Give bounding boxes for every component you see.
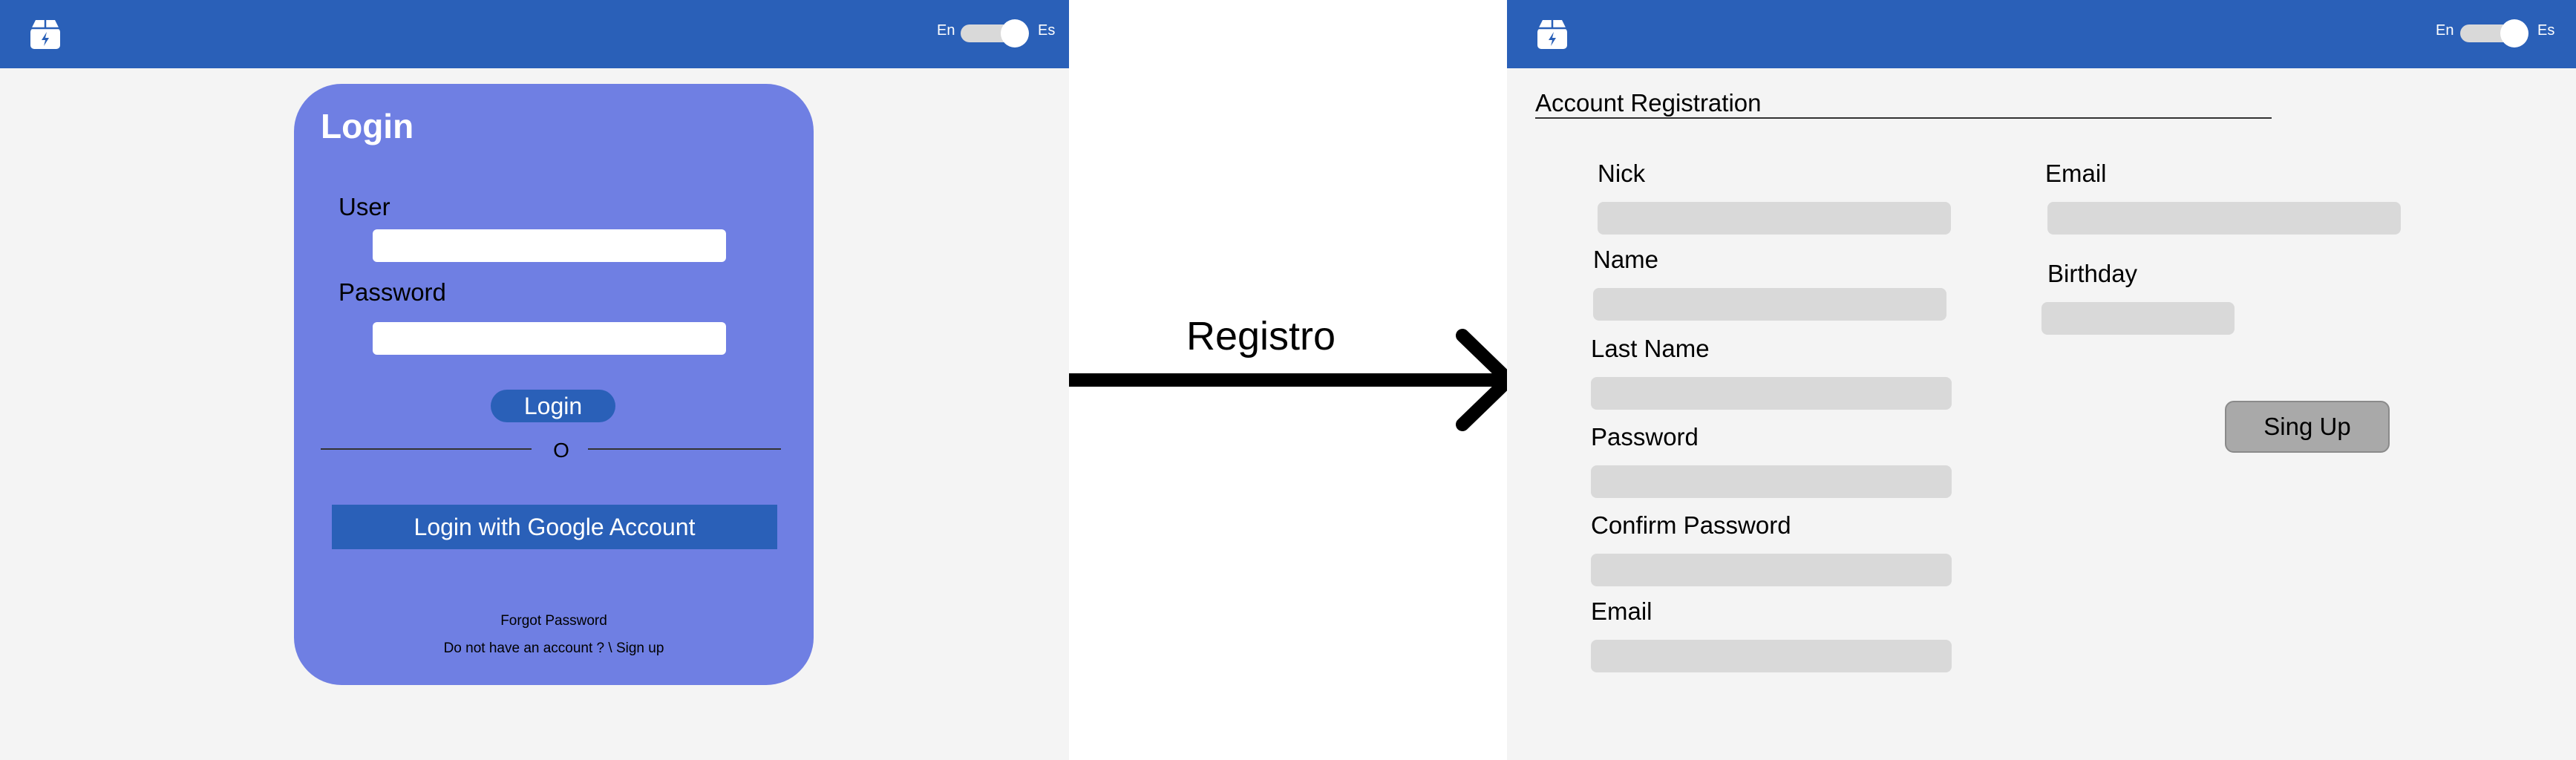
password-input[interactable] bbox=[373, 322, 726, 355]
user-label: User bbox=[339, 193, 390, 220]
registration-title: Account Registration bbox=[1535, 89, 1762, 117]
birthday-label: Birthday bbox=[2047, 260, 2138, 287]
login-screen: En Es Login User Password Login O Login … bbox=[0, 0, 1069, 760]
separator-or: O bbox=[553, 439, 569, 462]
language-es-label: Es bbox=[1038, 22, 1056, 39]
registration-screen: En Es Account Registration Nick Name Las… bbox=[1507, 0, 2576, 760]
email-label-right: Email bbox=[2045, 160, 2107, 187]
name-input[interactable] bbox=[1593, 288, 1946, 321]
box-lightning-icon[interactable] bbox=[28, 18, 62, 50]
title-underline bbox=[1535, 117, 2272, 119]
separator-line-left bbox=[321, 448, 532, 450]
box-lightning-icon[interactable] bbox=[1535, 18, 1569, 50]
last-name-label: Last Name bbox=[1591, 335, 1710, 362]
nick-label: Nick bbox=[1598, 160, 1646, 187]
email-input[interactable] bbox=[1591, 640, 1952, 672]
arrow-right-icon bbox=[1069, 329, 1514, 431]
language-en-label: En bbox=[937, 22, 955, 39]
birthday-input[interactable] bbox=[2041, 302, 2235, 335]
login-button[interactable]: Login bbox=[491, 390, 615, 422]
header-bar: En Es bbox=[0, 0, 1069, 68]
signup-link[interactable]: Do not have an account ? \ Sign up bbox=[294, 641, 814, 657]
google-login-button[interactable]: Login with Google Account bbox=[332, 505, 777, 549]
confirm-password-label: Confirm Password bbox=[1591, 511, 1791, 539]
language-es-label: Es bbox=[2537, 22, 2555, 39]
forgot-password-link[interactable]: Forgot Password bbox=[294, 613, 814, 629]
language-toggle[interactable] bbox=[2460, 19, 2528, 48]
signup-button[interactable]: Sing Up bbox=[2225, 401, 2390, 453]
separator-line-right bbox=[588, 448, 781, 450]
header-bar: En Es bbox=[1507, 0, 2576, 68]
password-label: Password bbox=[1591, 423, 1699, 451]
login-title: Login bbox=[321, 107, 414, 145]
password-label: Password bbox=[339, 278, 446, 306]
name-label: Name bbox=[1593, 246, 1659, 273]
login-card: Login User Password Login O Login with G… bbox=[294, 84, 814, 685]
language-en-label: En bbox=[2436, 22, 2454, 39]
email-input-right[interactable] bbox=[2047, 202, 2401, 235]
language-toggle[interactable] bbox=[961, 19, 1029, 48]
last-name-input[interactable] bbox=[1591, 377, 1952, 410]
toggle-knob[interactable] bbox=[2500, 19, 2528, 48]
nick-input[interactable] bbox=[1598, 202, 1951, 235]
password-input[interactable] bbox=[1591, 465, 1952, 498]
toggle-knob[interactable] bbox=[1001, 19, 1029, 48]
email-label: Email bbox=[1591, 597, 1653, 625]
user-input[interactable] bbox=[373, 229, 726, 262]
confirm-password-input[interactable] bbox=[1591, 554, 1952, 586]
